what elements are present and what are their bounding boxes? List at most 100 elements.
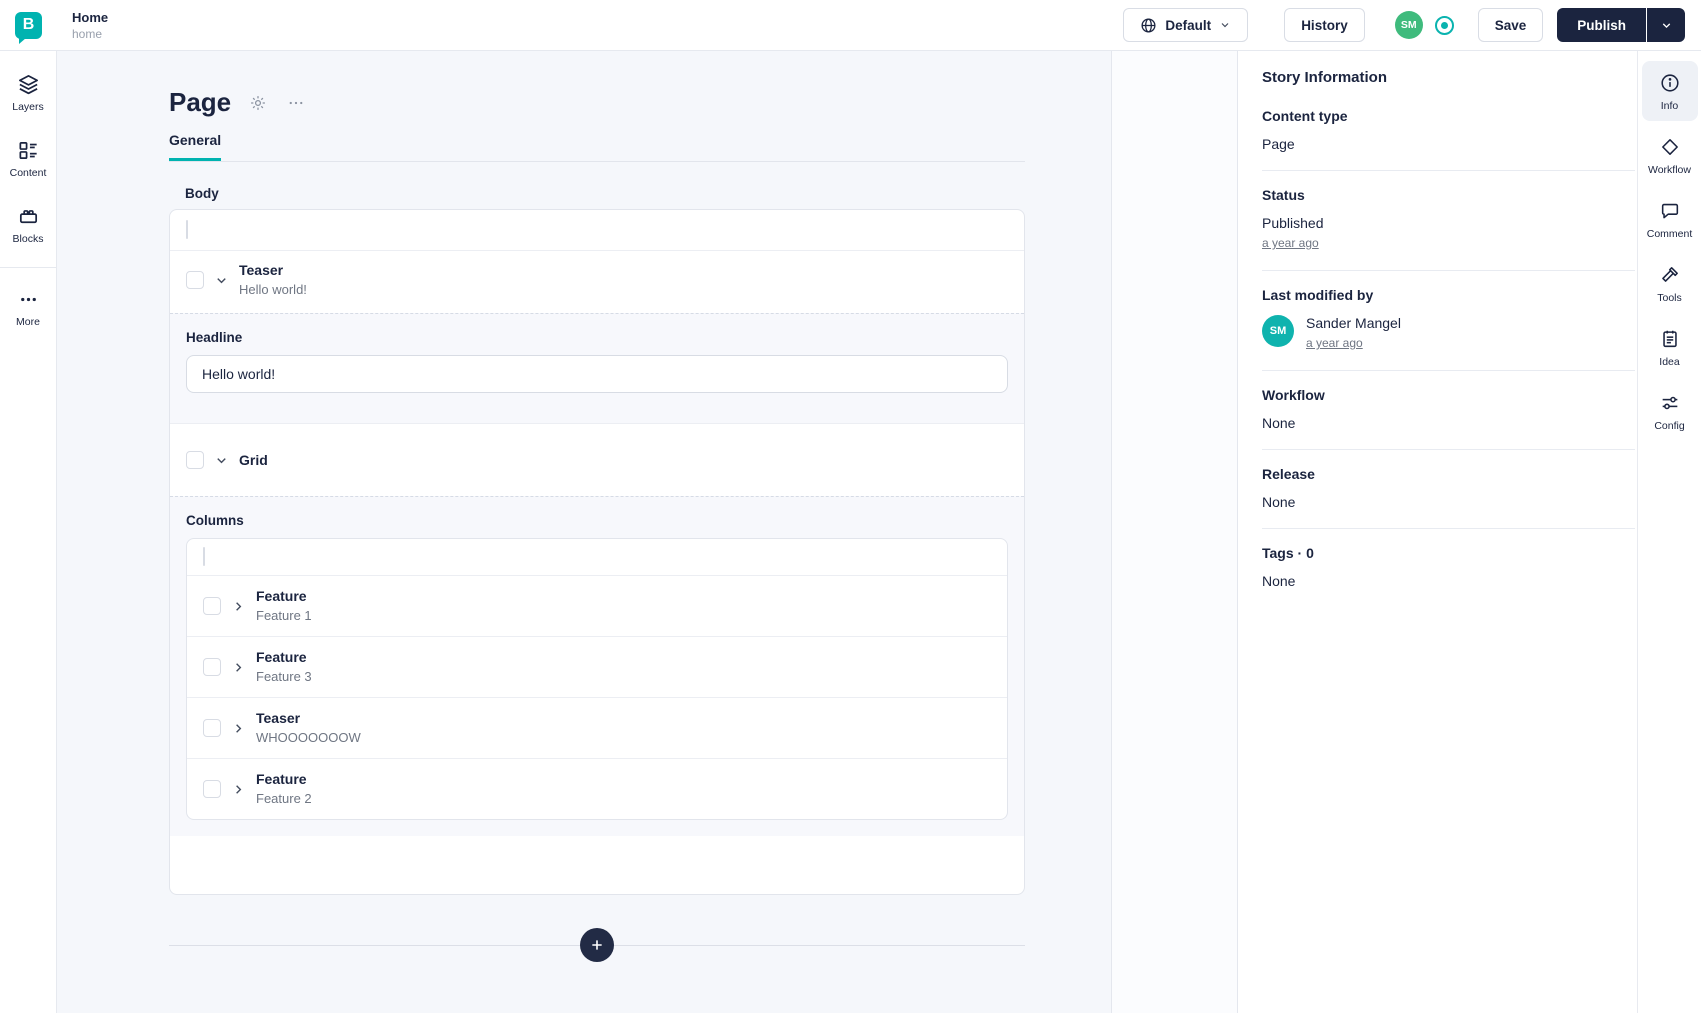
gear-icon [251, 95, 266, 110]
panel-tab-comment[interactable]: Comment [1642, 189, 1698, 249]
grid-expanded-section: Columns Feature Feature 1 Feature Featur… [170, 496, 1024, 836]
page-more-button[interactable] [285, 92, 307, 114]
block-subtitle: Feature 3 [256, 669, 312, 684]
layers-icon [18, 75, 38, 95]
select-all-row [170, 210, 1024, 250]
ellipsis-icon [289, 101, 303, 104]
tab-general[interactable]: General [169, 132, 222, 161]
content-type-section: Content type Page [1262, 92, 1635, 171]
teaser-expanded-section: Headline [170, 313, 1024, 423]
status-value: Published [1262, 215, 1324, 231]
editor-tabbar: General [169, 132, 1025, 162]
block-row-teaser[interactable]: Teaser Hello world! [170, 250, 1024, 313]
body-field-label: Body [185, 186, 219, 201]
publish-dropdown-button[interactable] [1647, 8, 1685, 42]
block-row-feature-3[interactable]: Feature Feature 3 [187, 636, 1007, 697]
story-slug: home [72, 26, 103, 41]
history-button[interactable]: History [1284, 8, 1365, 42]
status-section: Status Published a year ago [1262, 171, 1635, 271]
storyblok-logo[interactable]: B [0, 0, 57, 50]
panel-tab-config[interactable]: Config [1642, 381, 1698, 441]
content-icon [18, 141, 37, 160]
comment-icon [1661, 203, 1678, 219]
blocks-icon [19, 210, 37, 224]
editor-area: Page General Body Teaser Hello world! He… [57, 51, 1112, 1013]
more-icon [20, 297, 36, 302]
headline-field-label: Headline [186, 330, 243, 345]
panel-tab-info[interactable]: Info [1641, 61, 1698, 121]
block-row-feature-1[interactable]: Feature Feature 1 [187, 575, 1007, 636]
headline-input[interactable] [186, 355, 1008, 393]
user-avatar[interactable]: SM [1394, 11, 1423, 39]
published-time-link[interactable]: a year ago [1262, 236, 1319, 250]
row-checkbox[interactable] [203, 719, 221, 737]
block-row-teaser-whoow[interactable]: Teaser WHOOOOOOOW [187, 697, 1007, 758]
release-section: Release None [1262, 450, 1635, 529]
chevron-down-icon [1221, 23, 1229, 28]
topbar: B Home home Default History SM Save Publ… [0, 0, 1701, 51]
select-all-checkbox[interactable] [203, 547, 205, 566]
chevron-right-icon [236, 662, 242, 672]
tags-section: Tags · 0 None [1262, 545, 1314, 589]
tools-hammer-icon [1661, 267, 1678, 282]
row-checkbox[interactable] [203, 597, 221, 615]
block-subtitle: Feature 2 [256, 791, 312, 806]
panel-tab-workflow[interactable]: Workflow [1642, 125, 1698, 185]
block-title: Feature [256, 588, 307, 604]
add-block-button[interactable] [580, 928, 614, 962]
sidebar-item-content[interactable]: Content [2, 131, 54, 185]
last-modified-section: Last modified by SM Sander Mangel a year… [1262, 271, 1635, 371]
left-sidebar: Layers Content Blocks More [0, 51, 57, 1013]
panel-tab-tools[interactable]: Tools [1642, 253, 1698, 313]
row-checkbox[interactable] [203, 780, 221, 798]
language-selector[interactable]: Default [1123, 8, 1249, 42]
right-sidebar: Info Workflow Comment Tools Idea Config [1637, 51, 1701, 1013]
modifier-avatar: SM [1262, 315, 1294, 347]
chevron-right-icon [236, 784, 242, 794]
presence-indicator-icon[interactable] [1434, 15, 1454, 35]
block-subtitle: Feature 1 [256, 608, 312, 623]
modifier-name: Sander Mangel [1306, 315, 1401, 331]
select-all-checkbox[interactable] [186, 220, 188, 239]
save-label: Save [1494, 17, 1527, 33]
row-checkbox[interactable] [203, 658, 221, 676]
block-title: Teaser [239, 262, 284, 278]
panel-gutter [1112, 51, 1238, 1013]
story-title: Home [72, 9, 109, 25]
block-title: Teaser [256, 710, 301, 726]
body-blocks-card: Teaser Hello world! Headline Grid [169, 209, 1025, 895]
chevron-right-icon [236, 601, 242, 611]
add-block-row [169, 927, 1025, 963]
sidebar-item-layers[interactable]: Layers [2, 65, 54, 119]
publish-split-button: Publish [1557, 8, 1685, 42]
block-title: Feature [256, 649, 307, 665]
publish-button[interactable]: Publish [1557, 8, 1646, 42]
save-button[interactable]: Save [1477, 8, 1544, 42]
block-row-feature-2[interactable]: Feature Feature 2 [187, 758, 1007, 819]
columns-field-label: Columns [186, 513, 244, 528]
workflow-section: Workflow None [1262, 371, 1635, 450]
breadcrumb: Home home [57, 0, 108, 50]
chevron-down-icon [217, 457, 226, 463]
block-title: Grid [239, 452, 268, 468]
sidebar-item-blocks[interactable]: Blocks [2, 197, 54, 251]
config-sliders-icon [1662, 396, 1677, 410]
page-settings-button[interactable] [247, 92, 269, 114]
globe-icon [1141, 17, 1156, 33]
panel-title: Story Information [1262, 69, 1388, 86]
plus-icon [592, 940, 602, 950]
chevron-down-icon [217, 277, 226, 283]
row-checkbox[interactable] [186, 271, 204, 289]
idea-notepad-icon [1662, 330, 1677, 348]
history-label: History [1301, 17, 1348, 33]
sidebar-divider [0, 267, 57, 268]
row-checkbox[interactable] [186, 451, 204, 469]
block-title: Feature [256, 771, 307, 787]
modified-time-link[interactable]: a year ago [1306, 336, 1363, 350]
block-row-grid[interactable]: Grid [170, 423, 1024, 496]
workflow-diamond-icon [1661, 139, 1678, 155]
sidebar-item-more[interactable]: More [2, 280, 54, 334]
card-bottom-spacer [170, 836, 1024, 894]
block-subtitle: Hello world! [239, 282, 307, 297]
panel-tab-idea[interactable]: Idea [1642, 317, 1698, 377]
